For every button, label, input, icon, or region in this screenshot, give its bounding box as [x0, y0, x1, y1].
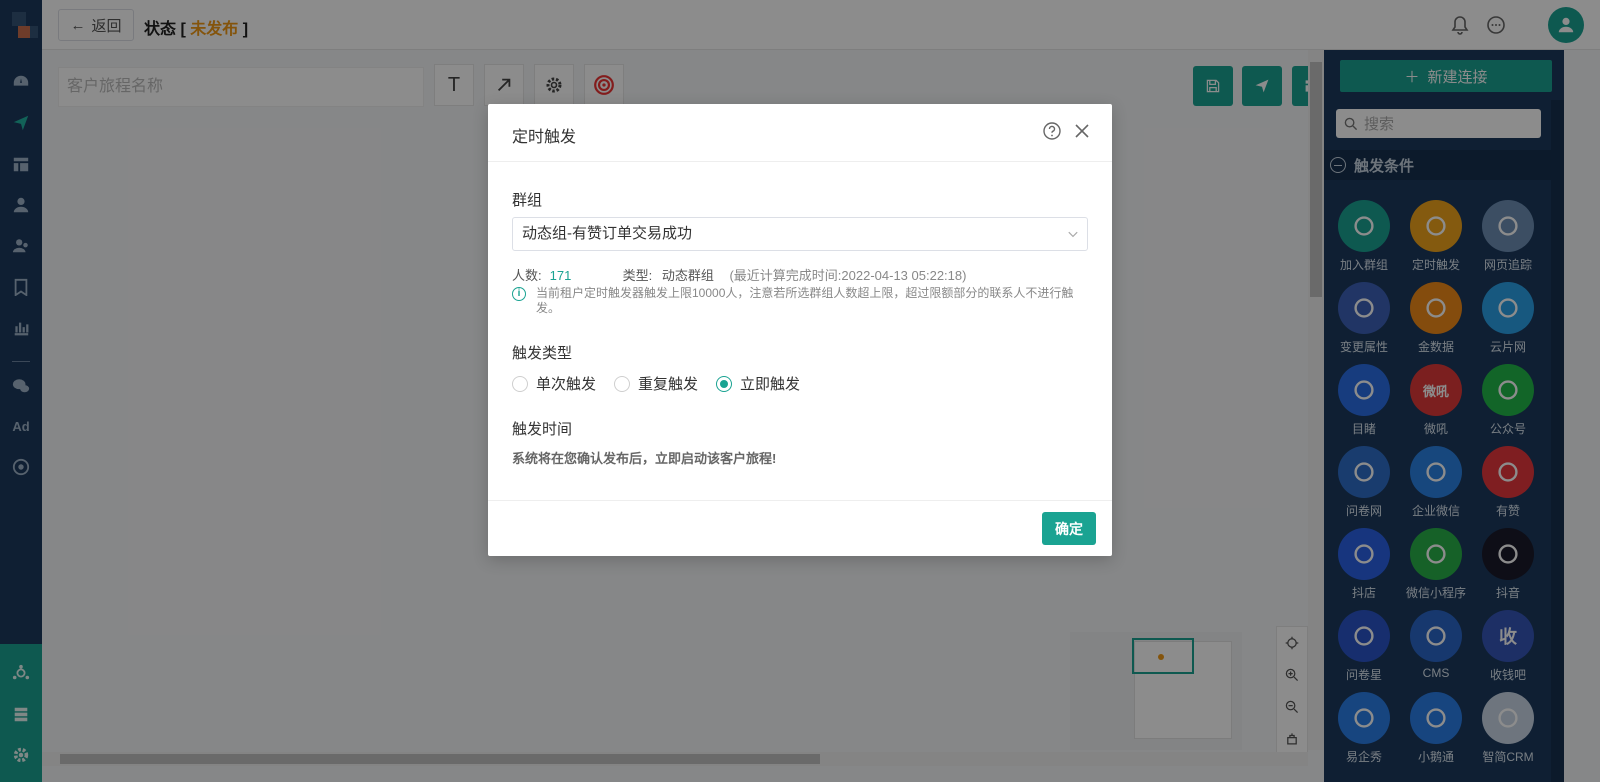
dialog-title: 定时触发	[512, 129, 577, 146]
group-label: 群组	[512, 192, 543, 209]
group-select[interactable]: 动态组-有赞订单交易成功	[512, 217, 1088, 251]
timed-trigger-dialog: 定时触发 群组 动态组-有赞订单交易成功 人数: 171 类型: 动态群组 (最近…	[488, 104, 1112, 556]
dialog-body: 群组 动态组-有赞订单交易成功 人数: 171 类型: 动态群组 (最近计算完成时…	[488, 162, 1112, 498]
group-meta: 人数: 171 类型: 动态群组 (最近计算完成时间:2022-04-13 05:…	[512, 268, 967, 283]
chevron-down-icon	[1068, 231, 1078, 238]
help-icon[interactable]	[1042, 121, 1062, 141]
info-icon: i	[512, 287, 526, 301]
confirm-button[interactable]: 确定	[1042, 512, 1096, 545]
member-count: 171	[549, 268, 572, 283]
radio-single-trigger[interactable]: 单次触发	[512, 373, 596, 394]
trigger-time-note: 系统将在您确认发布后，立即启动该客户旅程!	[512, 451, 777, 466]
trigger-time-label: 触发时间	[512, 421, 573, 438]
radio-repeat-trigger[interactable]: 重复触发	[614, 373, 698, 394]
trigger-type-label: 触发类型	[512, 345, 573, 362]
dialog-footer: 确定	[488, 500, 1112, 556]
close-icon[interactable]	[1072, 121, 1092, 141]
dialog-header: 定时触发	[488, 104, 1112, 162]
trigger-type-radio-group: 单次触发 重复触发 立即触发	[512, 373, 818, 394]
radio-immediate-trigger[interactable]: 立即触发	[716, 373, 800, 394]
limit-notice: i 当前租户定时触发器触发上限10000人，注意若所选群组人数超上限，超过限额部…	[512, 286, 1082, 316]
